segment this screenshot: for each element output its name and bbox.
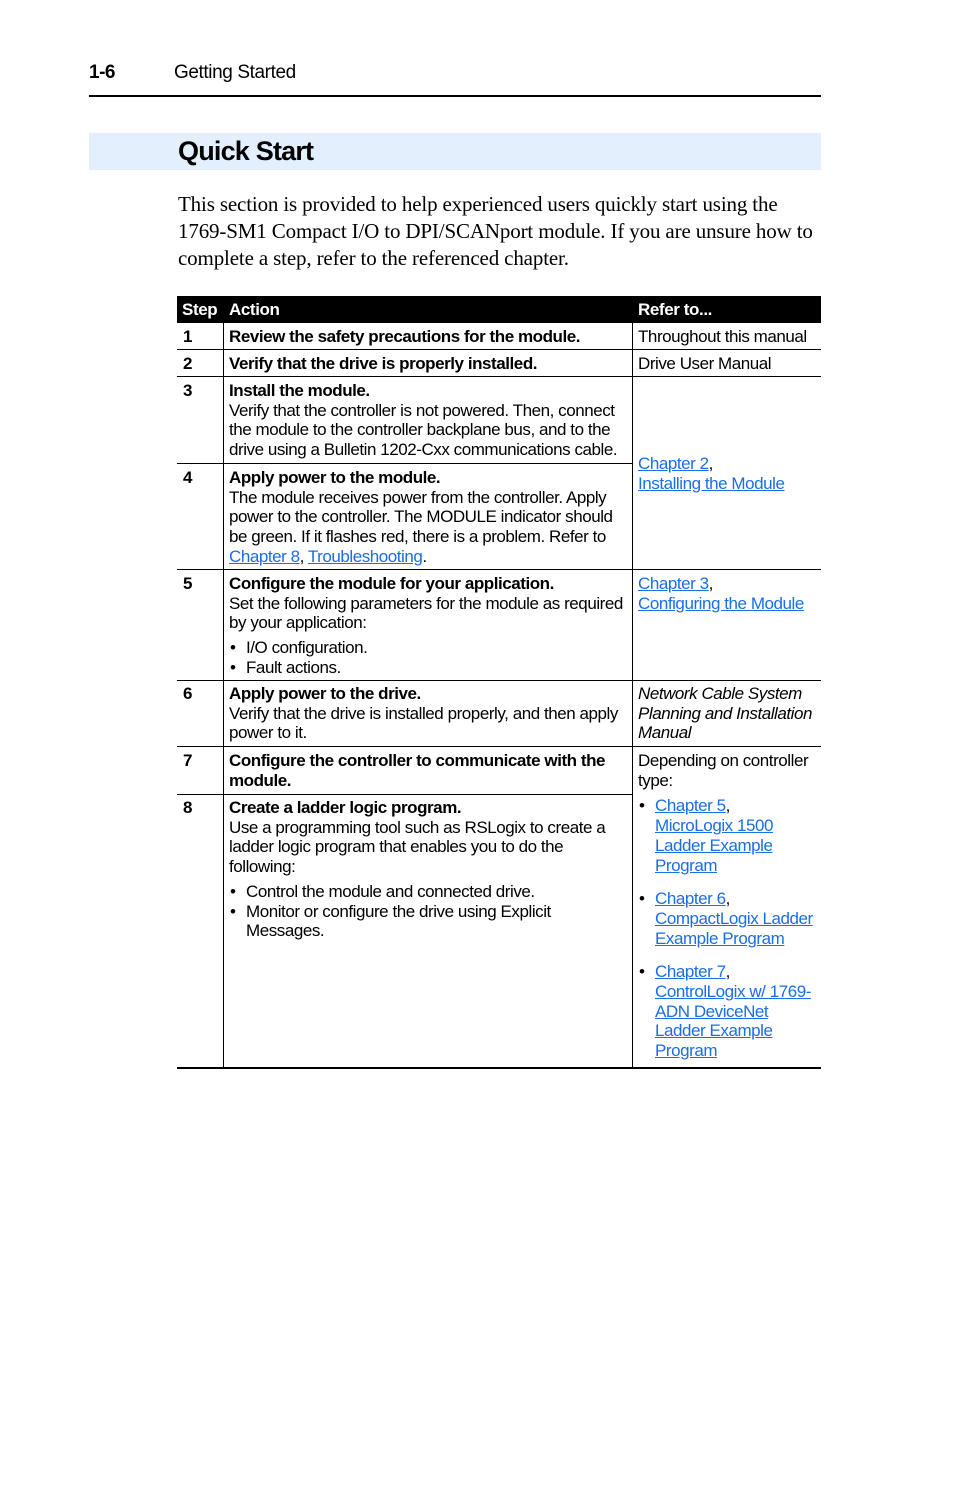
step-number: 1 — [183, 327, 193, 346]
link-configuring-the-module[interactable]: Configuring the Module — [638, 594, 804, 613]
reference-manual-title: Network Cable System Planning and Instal… — [638, 684, 812, 743]
step-title: Review the safety precautions for the mo… — [229, 327, 581, 346]
step-number: 2 — [183, 354, 193, 373]
chapter-title: Getting Started — [174, 62, 296, 83]
step-number: 3 — [183, 381, 193, 400]
step-title: Configure the controller to communicate … — [229, 751, 606, 790]
reference-item: Chapter 5, MicroLogix 1500 Ladder Exampl… — [638, 796, 820, 875]
bullet-item: Control the module and connected drive. — [229, 882, 629, 902]
step-description: Verify that the drive is installed prope… — [229, 703, 618, 743]
intro-paragraph: This section is provided to help experie… — [178, 192, 813, 270]
step-number: 7 — [183, 751, 193, 770]
bullet-item: Fault actions. — [229, 658, 629, 678]
step-number: 5 — [183, 574, 193, 593]
step-bullets: I/O configuration. Fault actions. — [229, 638, 629, 677]
step-content: Install the module. Verify that the cont… — [229, 381, 629, 460]
step-description: Set the following parameters for the mod… — [229, 593, 623, 633]
comma: , — [708, 454, 714, 473]
period: . — [422, 546, 427, 566]
link-controllogix-1769-adn-ladder-example[interactable]: ControlLogix w/ 1769-ADN DeviceNet Ladde… — [655, 982, 815, 1061]
link-chapter-3[interactable]: Chapter 3 — [638, 574, 709, 593]
bullet-item: I/O configuration. — [229, 638, 629, 658]
row-divider — [177, 746, 821, 747]
step-description: Verify that the controller is not powere… — [229, 400, 618, 460]
page-number: 1-6 — [89, 62, 115, 83]
separator: , — [299, 546, 308, 566]
link-chapter-7[interactable]: Chapter 7 — [655, 962, 726, 981]
column-divider — [223, 323, 224, 1068]
comma: , — [725, 962, 731, 982]
header-step: Step — [182, 300, 218, 319]
header-rule — [89, 95, 821, 97]
step-description: Use a programming tool such as RSLogix t… — [229, 817, 606, 877]
header-refer: Refer to... — [638, 300, 713, 319]
step-title: Install the module. — [229, 381, 370, 400]
link-troubleshooting[interactable]: Troubleshooting — [308, 547, 423, 566]
section-title: Quick Start — [178, 136, 314, 166]
link-chapter-5[interactable]: Chapter 5 — [655, 796, 726, 815]
step-content: Create a ladder logic program. Use a pro… — [229, 798, 629, 941]
row-divider — [177, 680, 821, 681]
step-number: 4 — [183, 468, 193, 487]
step-title: Verify that the drive is properly instal… — [229, 354, 538, 373]
link-micrologix-1500-ladder-example[interactable]: MicroLogix 1500 Ladder Example Program — [655, 816, 785, 875]
step-number: 8 — [183, 798, 193, 817]
link-chapter-8[interactable]: Chapter 8 — [229, 547, 300, 566]
link-installing-the-module[interactable]: Installing the Module — [638, 474, 785, 493]
link-chapter-2[interactable]: Chapter 2 — [638, 454, 709, 473]
row-divider — [177, 376, 821, 377]
row-divider — [177, 794, 633, 795]
header-action: Action — [229, 300, 280, 319]
step-number: 6 — [183, 684, 193, 703]
table-header-row: Step Action Refer to... — [177, 296, 821, 323]
row-divider — [177, 463, 633, 464]
reference-list: Chapter 5, MicroLogix 1500 Ladder Exampl… — [638, 796, 820, 1060]
step-content: Configure the module for your applicatio… — [229, 574, 629, 678]
row-divider — [177, 569, 821, 570]
comma: , — [725, 889, 731, 909]
comma: , — [725, 796, 731, 816]
step-title: Configure the module for your applicatio… — [229, 574, 554, 593]
step-title: Apply power to the module. — [229, 468, 441, 487]
comma: , — [708, 574, 714, 593]
step-content: Apply power to the module. The module re… — [229, 468, 629, 567]
step-description: The module receives power from the contr… — [229, 488, 629, 567]
reference-item: Chapter 7, ControlLogix w/ 1769-ADN Devi… — [638, 962, 820, 1061]
description-text: The module receives power from the contr… — [229, 487, 613, 547]
column-divider — [632, 323, 633, 1068]
reference-controller-type: Depending on controller type: Chapter 5,… — [638, 751, 820, 1075]
link-compactlogix-ladder-example[interactable]: CompactLogix Ladder Example Program — [655, 909, 820, 948]
reference-chapter-3: Chapter 3, Configuring the Module — [638, 574, 820, 613]
step-bullets: Control the module and connected drive. … — [229, 882, 629, 941]
link-chapter-6[interactable]: Chapter 6 — [655, 889, 726, 908]
reference-chapter-2: Chapter 2, Installing the Module — [638, 454, 820, 493]
reference-text: Throughout this manual — [638, 327, 807, 346]
step-title: Apply power to the drive. — [229, 684, 421, 703]
reference-item: Chapter 6, CompactLogix Ladder Example P… — [638, 889, 820, 948]
reference-text: Drive User Manual — [638, 354, 772, 373]
reference-intro: Depending on controller type: — [638, 751, 809, 790]
row-divider — [177, 349, 821, 350]
bullet-item: Monitor or configure the drive using Exp… — [229, 902, 576, 941]
step-content: Apply power to the drive. Verify that th… — [229, 684, 629, 743]
step-title: Create a ladder logic program. — [229, 798, 462, 817]
